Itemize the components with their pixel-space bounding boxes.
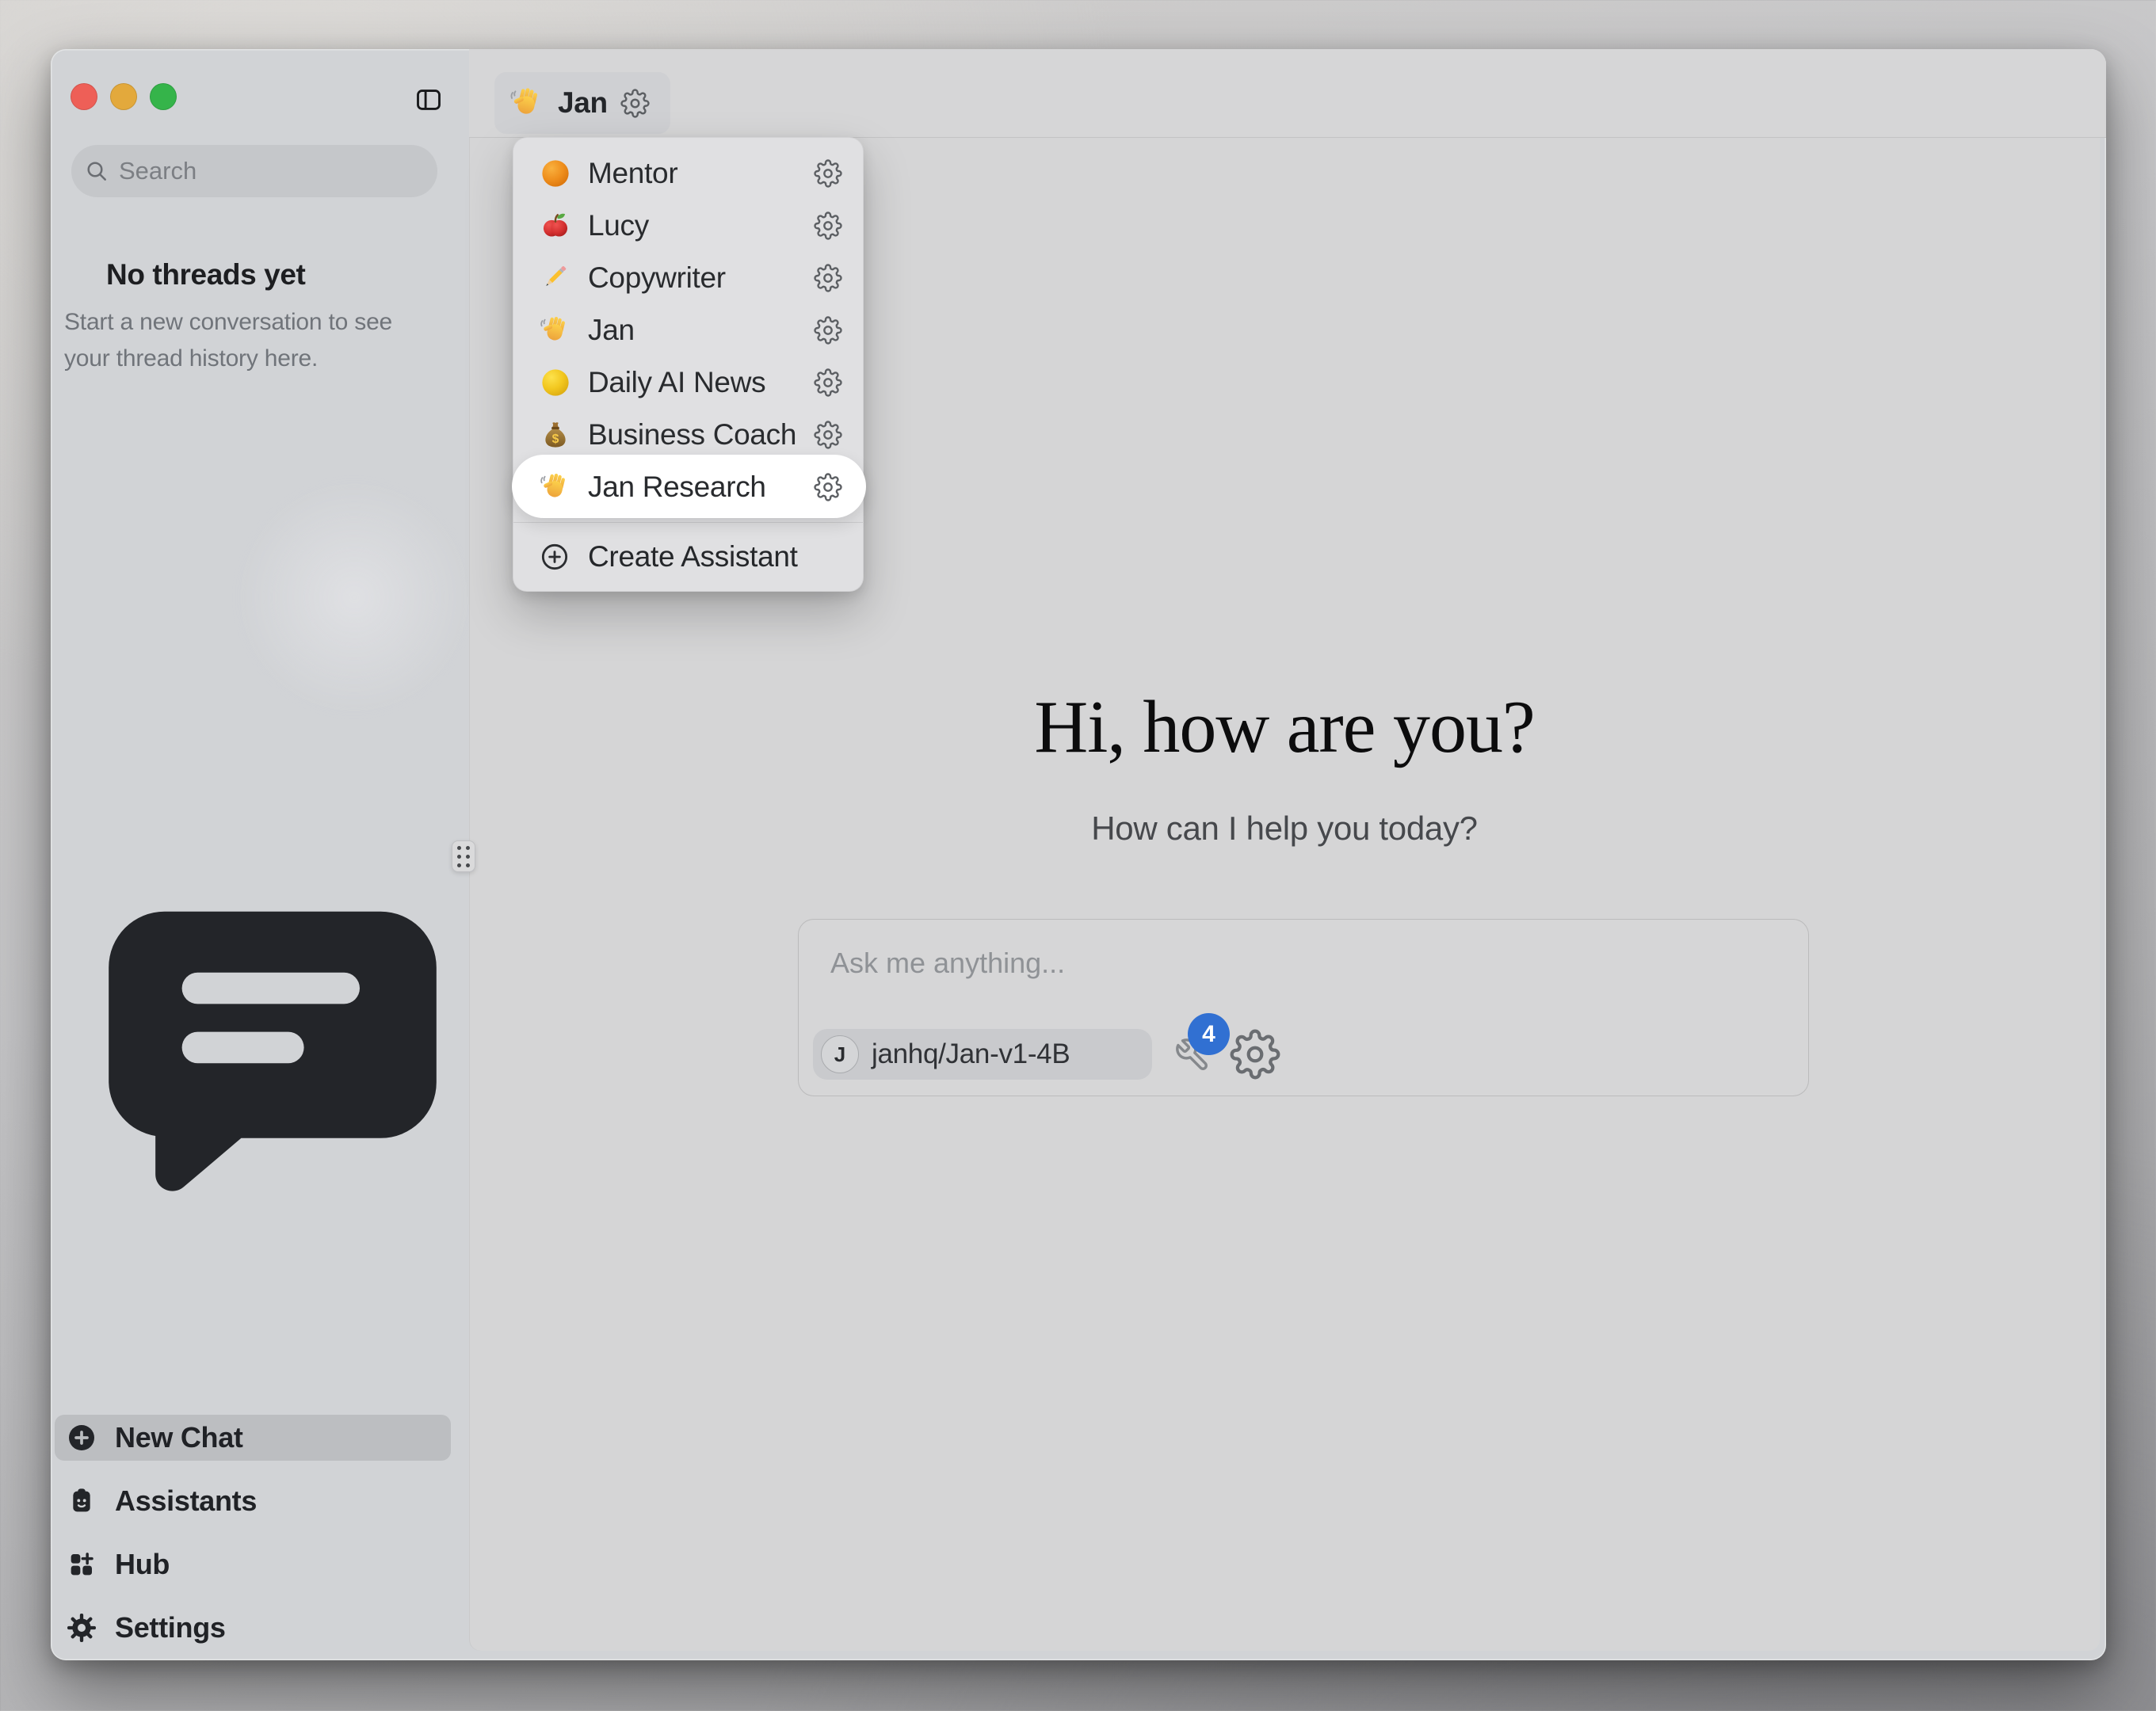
composer-card: J janhq/Jan-v1-4B 4 <box>798 919 1809 1096</box>
gear-icon[interactable] <box>814 264 842 292</box>
model-selector[interactable]: J janhq/Jan-v1-4B <box>813 1029 1152 1080</box>
wave-icon <box>509 85 545 121</box>
menu-item-jan[interactable]: Jan <box>513 304 864 356</box>
assistant-menu: Mentor Lucy Copywriter Jan Daily AI News… <box>513 137 864 592</box>
gear-icon[interactable] <box>1086 1029 1425 1080</box>
assistant-icon <box>66 1485 97 1517</box>
menu-divider <box>513 522 863 523</box>
gear-icon[interactable] <box>814 316 842 345</box>
app-window: No threads yet Start a new conversation … <box>51 49 2106 1660</box>
nav-item-label: Assistants <box>115 1484 257 1518</box>
menu-item-label: Jan Research <box>588 471 814 504</box>
menu-item-jan-research[interactable]: Jan Research <box>513 461 864 513</box>
message-input[interactable] <box>799 920 1808 1015</box>
hub-grid-icon <box>66 1549 97 1580</box>
gear-icon[interactable] <box>814 421 842 449</box>
empty-state-title: No threads yet <box>106 258 305 292</box>
greeting-subtitle: How can I help you today? <box>469 810 2100 848</box>
gear-filled-icon <box>66 1612 97 1644</box>
empty-state-description: Start a new conversation to see your thr… <box>64 304 437 377</box>
sidebar-item-assistants[interactable]: Assistants <box>55 1478 451 1524</box>
circle-plus-icon <box>539 541 570 573</box>
gear-icon[interactable] <box>814 473 842 501</box>
menu-item-label: Mentor <box>588 157 814 190</box>
greeting-heading: Hi, how are you? <box>469 684 2100 770</box>
plus-circle-icon <box>66 1422 97 1454</box>
create-assistant-label: Create Assistant <box>588 540 798 574</box>
apple-icon <box>539 209 572 242</box>
create-assistant-button[interactable]: Create Assistant <box>513 532 864 582</box>
menu-item-copywriter[interactable]: Copywriter <box>513 252 864 304</box>
main-header: Jan <box>469 49 2106 138</box>
nav-item-label: Hub <box>115 1548 170 1581</box>
menu-item-label: Daily AI News <box>588 366 814 399</box>
orange-circle-icon <box>539 157 572 190</box>
search-box[interactable] <box>71 145 437 197</box>
nav-item-label: Settings <box>115 1611 226 1644</box>
sidebar-item-new-chat[interactable]: New Chat <box>55 1415 451 1461</box>
menu-item-label: Lucy <box>588 209 814 242</box>
menu-item-business-coach[interactable]: Business Coach <box>513 409 864 461</box>
menu-item-label: Copywriter <box>588 261 814 295</box>
sidebar: No threads yet Start a new conversation … <box>51 49 469 1660</box>
search-input[interactable] <box>119 145 432 197</box>
sidebar-item-settings[interactable]: Settings <box>55 1605 451 1651</box>
gear-icon[interactable] <box>814 211 842 240</box>
tools-count-badge: 4 <box>1188 1013 1230 1055</box>
wave-icon <box>539 314 572 347</box>
gear-icon[interactable] <box>814 159 842 188</box>
menu-item-label: Jan <box>588 314 814 347</box>
nav-item-label: New Chat <box>115 1421 243 1454</box>
menu-item-daily-ai-news[interactable]: Daily AI News <box>513 356 864 409</box>
sidebar-resize-handle[interactable] <box>452 840 475 872</box>
model-avatar: J <box>821 1035 859 1073</box>
search-icon <box>84 158 109 184</box>
menu-item-mentor[interactable]: Mentor <box>513 147 864 200</box>
assistant-selector-button[interactable]: Jan <box>494 72 670 134</box>
yellow-circle-icon <box>539 366 572 399</box>
menu-item-label: Business Coach <box>588 418 814 452</box>
gear-icon[interactable] <box>620 89 650 118</box>
assistant-selector-label: Jan <box>558 86 608 120</box>
sidebar-item-hub[interactable]: Hub <box>55 1541 451 1587</box>
wave-icon <box>539 471 572 504</box>
money-bag-icon <box>539 418 572 452</box>
pencil-icon <box>539 261 572 295</box>
menu-item-lucy[interactable]: Lucy <box>513 200 864 252</box>
model-name: janhq/Jan-v1-4B <box>872 1038 1070 1070</box>
gear-icon[interactable] <box>814 368 842 397</box>
